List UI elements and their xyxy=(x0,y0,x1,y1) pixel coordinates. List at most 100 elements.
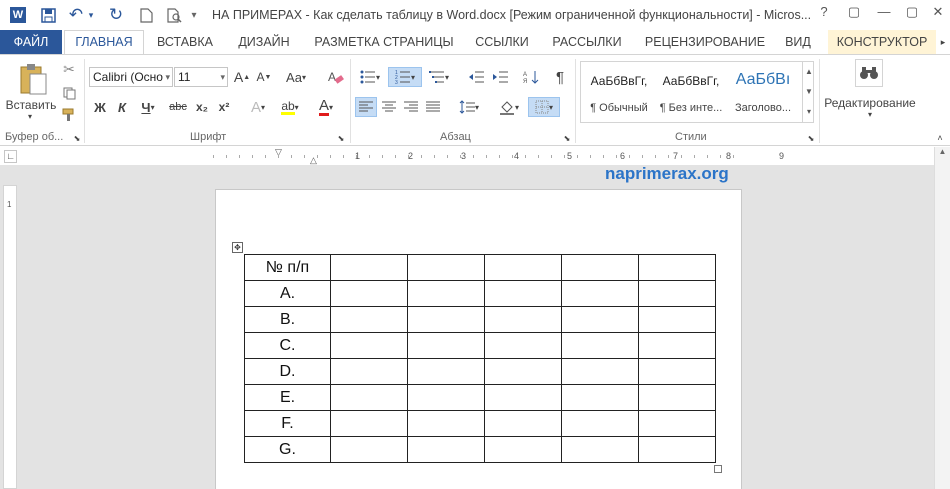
word-icon[interactable]: W xyxy=(8,5,28,25)
table-cell[interactable] xyxy=(561,254,639,281)
table-cell[interactable] xyxy=(561,280,639,307)
multilevel-list-button[interactable]: ▾ xyxy=(424,67,454,87)
table-cell[interactable] xyxy=(330,280,408,307)
tab-scroll-right-icon[interactable]: ▸ xyxy=(936,30,950,54)
table-cell[interactable] xyxy=(484,358,562,385)
customize-qat-icon[interactable]: ▾ xyxy=(188,5,200,25)
paste-dropdown-icon[interactable]: ▾ xyxy=(24,111,36,121)
styles-scroll-up-icon[interactable]: ▲ xyxy=(802,62,815,82)
document-table[interactable]: № п/п A. B. C. D. E. F. G. xyxy=(244,254,716,463)
table-cell[interactable]: C. xyxy=(244,332,331,359)
new-document-icon[interactable] xyxy=(136,5,156,25)
decrease-indent-icon[interactable] xyxy=(466,67,488,87)
table-cell[interactable] xyxy=(638,306,716,333)
subscript-button[interactable]: x₂ xyxy=(192,97,212,117)
shading-button[interactable]: ▾ xyxy=(494,97,524,117)
horizontal-ruler[interactable]: ∟ ▽ △ 123456789 xyxy=(0,147,950,165)
tab-table-design[interactable]: КОНСТРУКТОР xyxy=(828,30,936,54)
highlight-button[interactable]: ab ▾ xyxy=(274,97,306,117)
paste-icon[interactable] xyxy=(16,61,50,97)
table-cell[interactable] xyxy=(484,254,562,281)
table-cell[interactable] xyxy=(484,410,562,437)
clear-formatting-icon[interactable]: A xyxy=(326,67,346,87)
tab-references[interactable]: ССЫЛКИ xyxy=(468,30,536,54)
table-cell[interactable] xyxy=(330,332,408,359)
table-cell[interactable] xyxy=(407,332,485,359)
justify-button[interactable] xyxy=(422,97,444,117)
tab-selector-icon[interactable]: ∟ xyxy=(4,150,17,163)
line-spacing-button[interactable]: ▾ xyxy=(454,97,484,117)
table-cell[interactable] xyxy=(561,306,639,333)
table-cell[interactable] xyxy=(484,436,562,463)
table-cell[interactable] xyxy=(638,436,716,463)
style-normal[interactable]: АаБбВвГг, ¶ Обычный xyxy=(583,62,655,122)
align-right-button[interactable] xyxy=(400,97,422,117)
text-effects-button[interactable]: A ▾ xyxy=(244,97,272,117)
tab-view[interactable]: ВИД xyxy=(778,30,818,54)
table-cell[interactable] xyxy=(407,254,485,281)
table-cell[interactable] xyxy=(407,280,485,307)
show-formatting-marks-button[interactable]: ¶ xyxy=(550,67,570,87)
print-preview-icon[interactable] xyxy=(164,5,184,25)
table-cell[interactable] xyxy=(330,384,408,411)
table-cell[interactable] xyxy=(561,410,639,437)
table-cell[interactable] xyxy=(561,384,639,411)
styles-scroll-down-icon[interactable]: ▼ xyxy=(802,82,815,102)
tab-insert[interactable]: ВСТАВКА xyxy=(150,30,220,54)
maximize-button[interactable]: ▢ xyxy=(900,4,924,24)
tab-mailings[interactable]: РАССЫЛКИ xyxy=(546,30,628,54)
paragraph-launcher-icon[interactable]: ⬊ xyxy=(562,131,572,145)
cut-icon[interactable]: ✂ xyxy=(60,59,78,79)
borders-button[interactable]: ▾ xyxy=(528,97,560,117)
underline-button[interactable]: Ч ▾ xyxy=(134,97,162,117)
bold-button[interactable]: Ж xyxy=(90,97,110,117)
styles-launcher-icon[interactable]: ⬊ xyxy=(806,131,816,145)
italic-button[interactable]: К xyxy=(112,97,132,117)
clipboard-launcher-icon[interactable]: ⬊ xyxy=(72,131,82,145)
tab-file[interactable]: ФАЙЛ xyxy=(0,30,62,54)
table-cell[interactable] xyxy=(561,358,639,385)
redo-icon[interactable]: ↻ xyxy=(106,5,126,25)
table-cell[interactable]: F. xyxy=(244,410,331,437)
table-cell[interactable]: B. xyxy=(244,306,331,333)
find-binoculars-icon[interactable] xyxy=(855,59,883,87)
help-button[interactable]: ? xyxy=(812,4,836,24)
table-cell[interactable]: № п/п xyxy=(244,254,331,281)
format-painter-icon[interactable] xyxy=(60,105,78,125)
tab-page-layout[interactable]: РАЗМЕТКА СТРАНИЦЫ xyxy=(310,30,458,54)
scroll-up-icon[interactable]: ▲ xyxy=(935,147,950,161)
table-cell[interactable] xyxy=(407,410,485,437)
table-cell[interactable] xyxy=(330,436,408,463)
ribbon-display-options-button[interactable]: ▢ xyxy=(842,4,866,24)
table-cell[interactable]: E. xyxy=(244,384,331,411)
editing-dropdown-icon[interactable]: ▾ xyxy=(864,109,876,119)
collapse-ribbon-icon[interactable]: ˄ xyxy=(934,131,946,145)
table-cell[interactable]: G. xyxy=(244,436,331,463)
table-cell[interactable] xyxy=(330,306,408,333)
style-heading[interactable]: АаБбВı Заголово... xyxy=(727,62,799,122)
table-cell[interactable] xyxy=(638,410,716,437)
table-cell[interactable] xyxy=(484,306,562,333)
table-move-handle-icon[interactable]: ✥ xyxy=(232,242,243,253)
table-cell[interactable] xyxy=(561,332,639,359)
sort-icon[interactable]: AЯ xyxy=(520,67,542,87)
table-cell[interactable] xyxy=(561,436,639,463)
tab-review[interactable]: РЕЦЕНЗИРОВАНИЕ xyxy=(640,30,770,54)
align-left-button[interactable] xyxy=(355,97,377,117)
font-color-button[interactable]: A ▾ xyxy=(310,97,342,117)
table-cell[interactable] xyxy=(407,384,485,411)
table-cell[interactable] xyxy=(330,410,408,437)
table-cell[interactable]: D. xyxy=(244,358,331,385)
tab-home[interactable]: ГЛАВНАЯ xyxy=(64,30,144,55)
numbering-button[interactable]: 1 2 3 ▾ xyxy=(388,67,422,87)
shrink-font-button[interactable]: A ▼ xyxy=(254,67,274,87)
table-cell[interactable] xyxy=(638,358,716,385)
table-cell[interactable] xyxy=(330,358,408,385)
table-cell[interactable] xyxy=(484,332,562,359)
table-cell[interactable] xyxy=(407,436,485,463)
table-cell[interactable] xyxy=(330,254,408,281)
undo-dropdown-icon[interactable]: ▾ xyxy=(86,5,96,25)
table-cell[interactable] xyxy=(484,280,562,307)
table-cell[interactable]: A. xyxy=(244,280,331,307)
tab-design[interactable]: ДИЗАЙН xyxy=(228,30,300,54)
